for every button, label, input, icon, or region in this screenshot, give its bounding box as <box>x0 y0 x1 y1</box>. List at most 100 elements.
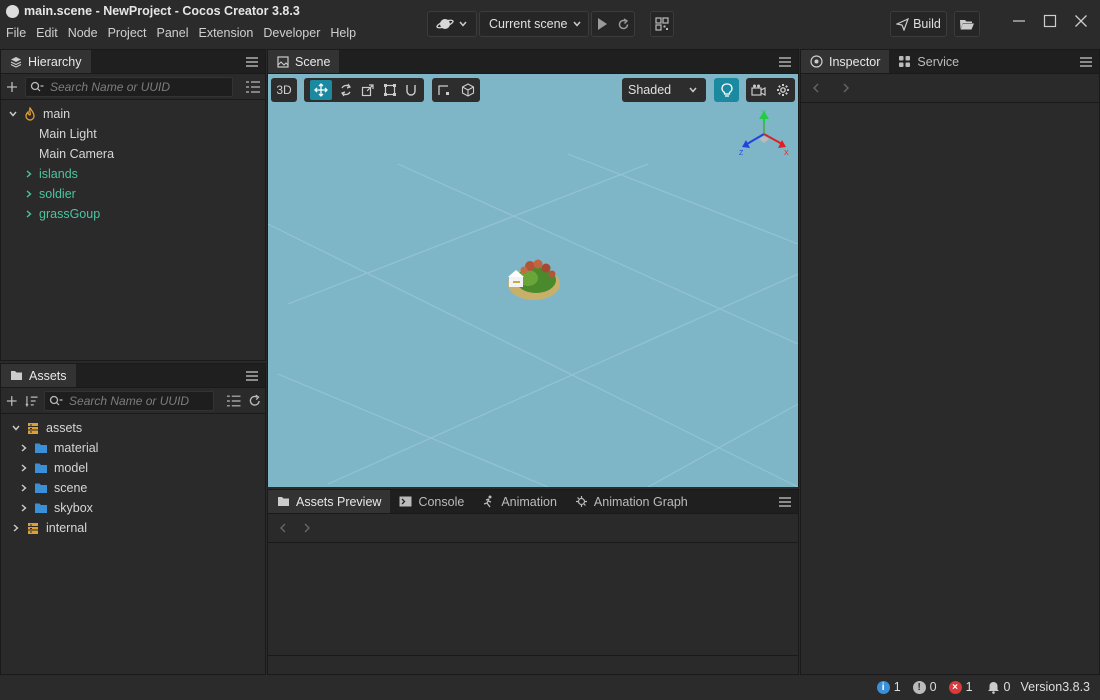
preview-platform-button[interactable] <box>427 11 477 37</box>
panel-menu-icon[interactable] <box>245 370 259 382</box>
version-label: Version3.8.3 <box>1020 680 1091 694</box>
warning-icon[interactable]: ! <box>912 680 926 694</box>
chevron-down-icon[interactable] <box>10 423 22 433</box>
axis-gizmo[interactable]: Y X Z <box>738 110 792 158</box>
menu-node[interactable]: Node <box>64 24 102 44</box>
menu-edit[interactable]: Edit <box>32 24 62 44</box>
hierarchy-search-input[interactable] <box>50 79 210 94</box>
inspector-panel: Inspector Service <box>800 49 1100 675</box>
gear-icon[interactable] <box>776 83 790 97</box>
chevron-right-icon[interactable] <box>18 503 30 513</box>
lightbulb-icon <box>720 82 733 97</box>
tab-inspector[interactable]: Inspector <box>801 50 890 73</box>
tab-console[interactable]: Console <box>390 490 473 513</box>
tab-label: Animation <box>501 494 557 509</box>
tab-assets-preview[interactable]: Assets Preview <box>268 490 391 513</box>
asset-folder-model[interactable]: model <box>1 458 265 478</box>
tree-node-grassgoup[interactable]: grassGoup <box>1 204 265 224</box>
panel-menu-icon[interactable] <box>245 56 259 68</box>
chevron-left-icon[interactable] <box>278 522 288 534</box>
menu-developer[interactable]: Developer <box>259 24 324 44</box>
camera-icon[interactable] <box>751 84 766 97</box>
tab-animation[interactable]: Animation <box>473 490 566 513</box>
sort-icon[interactable] <box>24 394 39 408</box>
planet-icon <box>436 19 454 29</box>
sort-list-icon[interactable] <box>226 394 241 408</box>
folder-icon <box>35 443 47 453</box>
chevron-right-icon[interactable] <box>18 483 30 493</box>
divider <box>268 542 798 543</box>
assets-search-row <box>1 388 265 414</box>
move-tool-button[interactable] <box>309 80 332 100</box>
panel-menu-icon[interactable] <box>778 496 792 508</box>
qr-code-button[interactable] <box>650 11 674 37</box>
shading-mode-select[interactable]: Shaded <box>622 78 706 102</box>
tab-hierarchy[interactable]: Hierarchy <box>1 50 91 73</box>
chevron-right-icon[interactable] <box>841 82 851 94</box>
chevron-right-icon[interactable] <box>23 169 35 179</box>
sort-list-icon[interactable] <box>245 80 261 94</box>
error-icon[interactable]: × <box>948 680 962 694</box>
add-icon[interactable] <box>5 80 19 94</box>
local-global-cube-icon[interactable] <box>461 83 475 97</box>
rotate-icon[interactable] <box>339 83 353 97</box>
menu-help[interactable]: Help <box>326 24 360 44</box>
play-icon[interactable] <box>596 17 608 31</box>
open-project-folder-button[interactable] <box>954 11 980 37</box>
info-icon[interactable]: i <box>876 680 890 694</box>
rect-tool-icon[interactable] <box>383 83 397 97</box>
asset-folder-material[interactable]: material <box>1 438 265 458</box>
bottom-panel: Assets Preview Console Animation Animati… <box>267 489 799 675</box>
scale-icon[interactable] <box>361 83 375 97</box>
current-scene-select[interactable]: Current scene <box>479 11 589 37</box>
tab-service[interactable]: Service <box>889 50 968 73</box>
menu-extension[interactable]: Extension <box>194 24 257 44</box>
menu-project[interactable]: Project <box>104 24 151 44</box>
view-mode-3d-button[interactable]: 3D <box>271 78 297 102</box>
chevron-right-icon[interactable] <box>18 463 30 473</box>
menu-panel[interactable]: Panel <box>153 24 193 44</box>
tab-animation-graph[interactable]: Animation Graph <box>566 490 697 513</box>
asset-label: model <box>54 461 89 475</box>
refresh-icon[interactable] <box>248 394 262 408</box>
chevron-right-icon[interactable] <box>23 189 35 199</box>
magnet-icon[interactable] <box>404 83 418 97</box>
tree-node-soldier[interactable]: soldier <box>1 184 265 204</box>
assets-search-input[interactable] <box>69 393 200 408</box>
current-scene-label: Current scene <box>489 17 568 31</box>
window-title: main.scene - NewProject - Cocos Creator … <box>24 4 300 18</box>
panel-menu-icon[interactable] <box>1079 56 1093 68</box>
scene-lighting-toggle[interactable] <box>714 78 739 102</box>
refresh-icon[interactable] <box>617 17 630 31</box>
inspect-icon <box>810 55 823 68</box>
asset-folder-scene[interactable]: scene <box>1 478 265 498</box>
chevron-down-icon[interactable] <box>7 109 19 119</box>
add-icon[interactable] <box>5 394 19 408</box>
island-model[interactable] <box>504 254 564 304</box>
panel-menu-icon[interactable] <box>778 56 792 68</box>
minimize-icon[interactable] <box>1012 14 1026 28</box>
tab-assets[interactable]: Assets <box>1 364 76 387</box>
asset-db-assets[interactable]: assets <box>1 418 265 438</box>
tree-node-main[interactable]: main <box>1 104 265 124</box>
pivot-icon[interactable] <box>437 83 451 97</box>
chevron-right-icon[interactable] <box>10 523 22 533</box>
build-button[interactable]: Build <box>890 11 947 37</box>
chevron-right-icon[interactable] <box>23 209 35 219</box>
tab-scene[interactable]: Scene <box>268 50 340 73</box>
asset-folder-skybox[interactable]: skybox <box>1 498 265 518</box>
chevron-right-icon[interactable] <box>18 443 30 453</box>
title-bar: main.scene - NewProject - Cocos Creator … <box>0 0 1100 48</box>
tree-node-islands[interactable]: islands <box>1 164 265 184</box>
scene-viewport[interactable]: Y X Z 3D Shaded <box>268 74 798 487</box>
chevron-left-icon[interactable] <box>811 82 821 94</box>
assets-tabbar: Assets <box>1 364 265 388</box>
maximize-icon[interactable] <box>1043 14 1057 28</box>
menu-file[interactable]: File <box>2 24 30 44</box>
asset-db-internal[interactable]: internal <box>1 518 265 538</box>
tree-node-main-light[interactable]: Main Light <box>1 124 265 144</box>
chevron-right-icon[interactable] <box>302 522 312 534</box>
tree-node-main-camera[interactable]: Main Camera <box>1 144 265 164</box>
bell-icon[interactable] <box>987 681 1000 694</box>
close-icon[interactable] <box>1074 14 1088 28</box>
